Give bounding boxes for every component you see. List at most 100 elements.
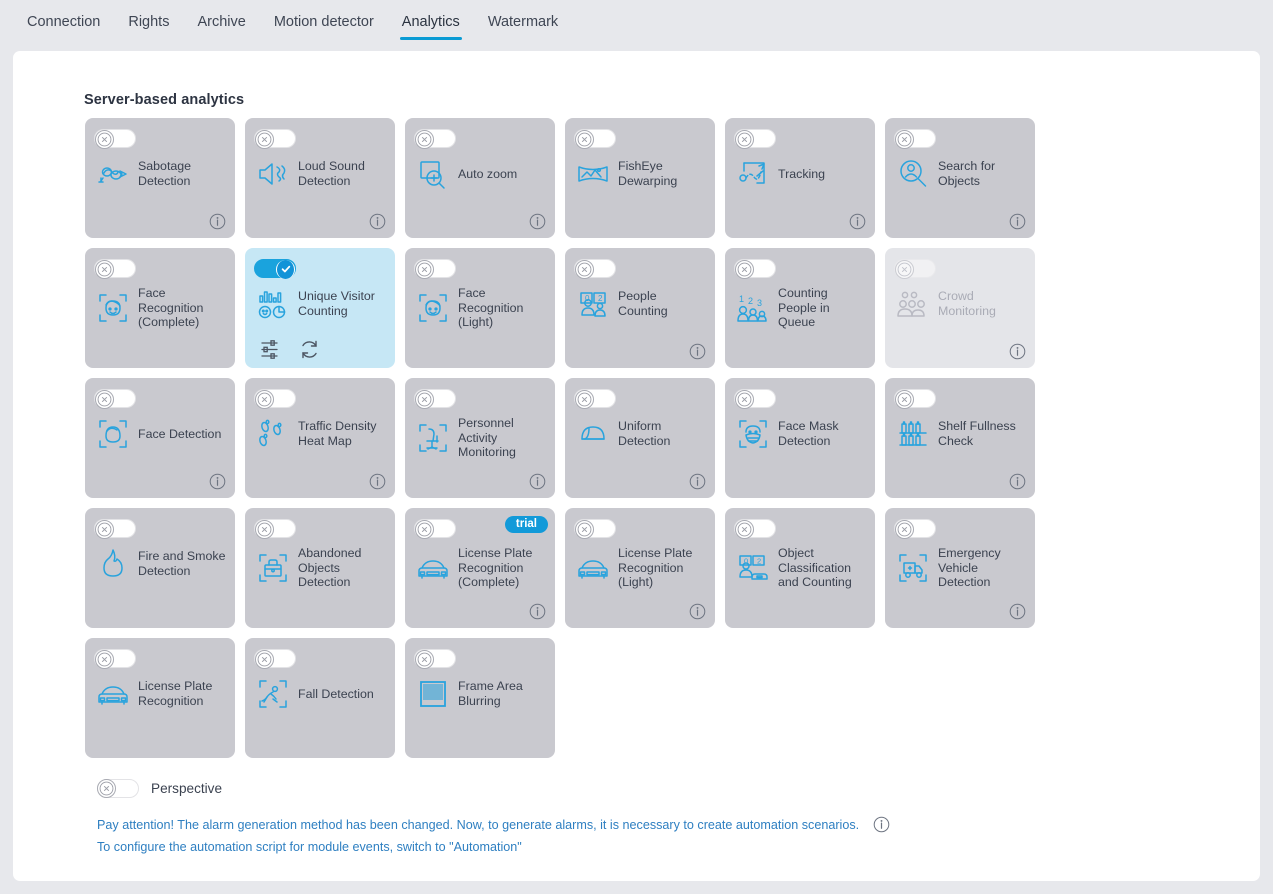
info-icon[interactable] bbox=[529, 473, 546, 490]
card-body: Personnel Activity Monitoring bbox=[415, 416, 547, 460]
info-icon[interactable] bbox=[689, 473, 706, 490]
analytics-card[interactable]: Face Recognition (Light) bbox=[405, 248, 555, 368]
card-toggle[interactable] bbox=[414, 389, 456, 409]
card-body: License Plate Recognition (Light) bbox=[575, 546, 707, 590]
analytics-card[interactable]: Face Mask Detection bbox=[725, 378, 875, 498]
card-label: License Plate Recognition (Complete) bbox=[458, 546, 533, 590]
info-icon[interactable] bbox=[209, 213, 226, 230]
analytics-card[interactable]: 0 2 Object Classification and Counting bbox=[725, 508, 875, 628]
analytics-card[interactable]: Shelf Fullness Check bbox=[885, 378, 1035, 498]
card-toggle[interactable] bbox=[574, 519, 616, 539]
info-icon[interactable] bbox=[1009, 343, 1026, 360]
analytics-card[interactable]: 1 2 3 Counting People in Queue bbox=[725, 248, 875, 368]
card-label: People Counting bbox=[618, 289, 668, 318]
info-icon[interactable] bbox=[209, 473, 226, 490]
card-label: Traffic Density Heat Map bbox=[298, 419, 377, 448]
card-toggle[interactable] bbox=[734, 129, 776, 149]
info-icon[interactable] bbox=[873, 816, 890, 833]
toggle-knob bbox=[735, 259, 754, 279]
card-label: License Plate Recognition (Light) bbox=[618, 546, 693, 590]
analytics-card[interactable]: Uniform Detection bbox=[565, 378, 715, 498]
tab-analytics[interactable]: Analytics bbox=[388, 0, 474, 48]
analytics-card[interactable]: FishEye Dewarping bbox=[565, 118, 715, 238]
card-toggle[interactable] bbox=[254, 389, 296, 409]
analytics-card[interactable]: Fall Detection bbox=[245, 638, 395, 758]
analytics-card[interactable]: Unique Visitor Counting bbox=[245, 248, 395, 368]
tab-archive[interactable]: Archive bbox=[183, 0, 259, 48]
toggle-knob bbox=[415, 519, 434, 539]
analytics-card[interactable]: 0 2 People Counting bbox=[565, 248, 715, 368]
info-icon[interactable] bbox=[689, 603, 706, 620]
analytics-card[interactable]: Sabotage Detection bbox=[85, 118, 235, 238]
info-icon[interactable] bbox=[529, 603, 546, 620]
card-toggle[interactable] bbox=[94, 129, 136, 149]
analytics-card[interactable]: Tracking bbox=[725, 118, 875, 238]
card-toggle[interactable] bbox=[254, 259, 296, 279]
card-label: Unique Visitor Counting bbox=[298, 289, 375, 318]
perspective-toggle[interactable] bbox=[97, 778, 139, 798]
card-body: Search for Objects bbox=[895, 156, 1027, 192]
analytics-card[interactable]: Face Detection bbox=[85, 378, 235, 498]
card-body: Face Recognition (Complete) bbox=[95, 286, 227, 330]
card-toggle[interactable] bbox=[94, 519, 136, 539]
tab-connection[interactable]: Connection bbox=[13, 0, 114, 48]
card-toggle[interactable] bbox=[414, 259, 456, 279]
card-toggle[interactable] bbox=[734, 389, 776, 409]
card-toggle[interactable] bbox=[414, 519, 456, 539]
info-icon[interactable] bbox=[1009, 213, 1026, 230]
card-toggle[interactable] bbox=[894, 129, 936, 149]
card-toggle[interactable] bbox=[254, 519, 296, 539]
card-toggle[interactable] bbox=[574, 389, 616, 409]
card-toggle[interactable] bbox=[894, 389, 936, 409]
queue-counting-icon: 123 bbox=[735, 290, 771, 326]
analytics-card[interactable]: Frame Area Blurring bbox=[405, 638, 555, 758]
card-toggle[interactable] bbox=[94, 649, 136, 669]
analytics-card[interactable]: Personnel Activity Monitoring bbox=[405, 378, 555, 498]
analytics-card[interactable]: License Plate Recognition bbox=[85, 638, 235, 758]
tab-motion-detector[interactable]: Motion detector bbox=[260, 0, 388, 48]
card-toggle[interactable] bbox=[254, 649, 296, 669]
toggle-knob bbox=[575, 519, 594, 539]
card-toggle[interactable] bbox=[414, 649, 456, 669]
refresh-icon[interactable] bbox=[299, 339, 320, 360]
tab-rights[interactable]: Rights bbox=[114, 0, 183, 48]
card-toggle[interactable] bbox=[94, 259, 136, 279]
analytics-card[interactable]: Search for Objects bbox=[885, 118, 1035, 238]
card-toggle[interactable] bbox=[574, 129, 616, 149]
analytics-card[interactable]: Auto zoom bbox=[405, 118, 555, 238]
analytics-card[interactable]: Traffic Density Heat Map bbox=[245, 378, 395, 498]
analytics-card[interactable]: Emergency Vehicle Detection bbox=[885, 508, 1035, 628]
toggle-knob bbox=[415, 389, 434, 409]
search-person-icon bbox=[895, 156, 931, 192]
analytics-card[interactable]: License Plate Recognition (Light) bbox=[565, 508, 715, 628]
card-body: 0 2 People Counting bbox=[575, 286, 707, 322]
card-toggle[interactable] bbox=[894, 519, 936, 539]
info-icon[interactable] bbox=[369, 473, 386, 490]
settings-sliders-icon[interactable] bbox=[259, 339, 280, 360]
card-body: License Plate Recognition bbox=[95, 676, 227, 712]
card-toggle[interactable] bbox=[734, 519, 776, 539]
card-label: Frame Area Blurring bbox=[458, 679, 523, 708]
analytics-card[interactable]: Fire and Smoke Detection bbox=[85, 508, 235, 628]
card-body: Face Detection bbox=[95, 416, 227, 452]
tab-watermark[interactable]: Watermark bbox=[474, 0, 572, 48]
card-toggle[interactable] bbox=[254, 129, 296, 149]
toggle-knob bbox=[255, 519, 274, 539]
card-toggle[interactable] bbox=[414, 129, 456, 149]
toggle-knob bbox=[255, 389, 274, 409]
analytics-card[interactable]: Face Recognition (Complete) bbox=[85, 248, 235, 368]
info-icon[interactable] bbox=[1009, 473, 1026, 490]
info-icon[interactable] bbox=[689, 343, 706, 360]
analytics-card[interactable]: Abandoned Objects Detection bbox=[245, 508, 395, 628]
info-icon[interactable] bbox=[369, 213, 386, 230]
info-icon[interactable] bbox=[1009, 603, 1026, 620]
analytics-card[interactable]: trial License Plate Recognition (Complete… bbox=[405, 508, 555, 628]
toggle-knob bbox=[95, 649, 114, 669]
card-label: Auto zoom bbox=[458, 166, 518, 181]
info-icon[interactable] bbox=[849, 213, 866, 230]
card-toggle[interactable] bbox=[734, 259, 776, 279]
card-toggle[interactable] bbox=[94, 389, 136, 409]
card-toggle[interactable] bbox=[574, 259, 616, 279]
info-icon[interactable] bbox=[529, 213, 546, 230]
analytics-card[interactable]: Loud Sound Detection bbox=[245, 118, 395, 238]
